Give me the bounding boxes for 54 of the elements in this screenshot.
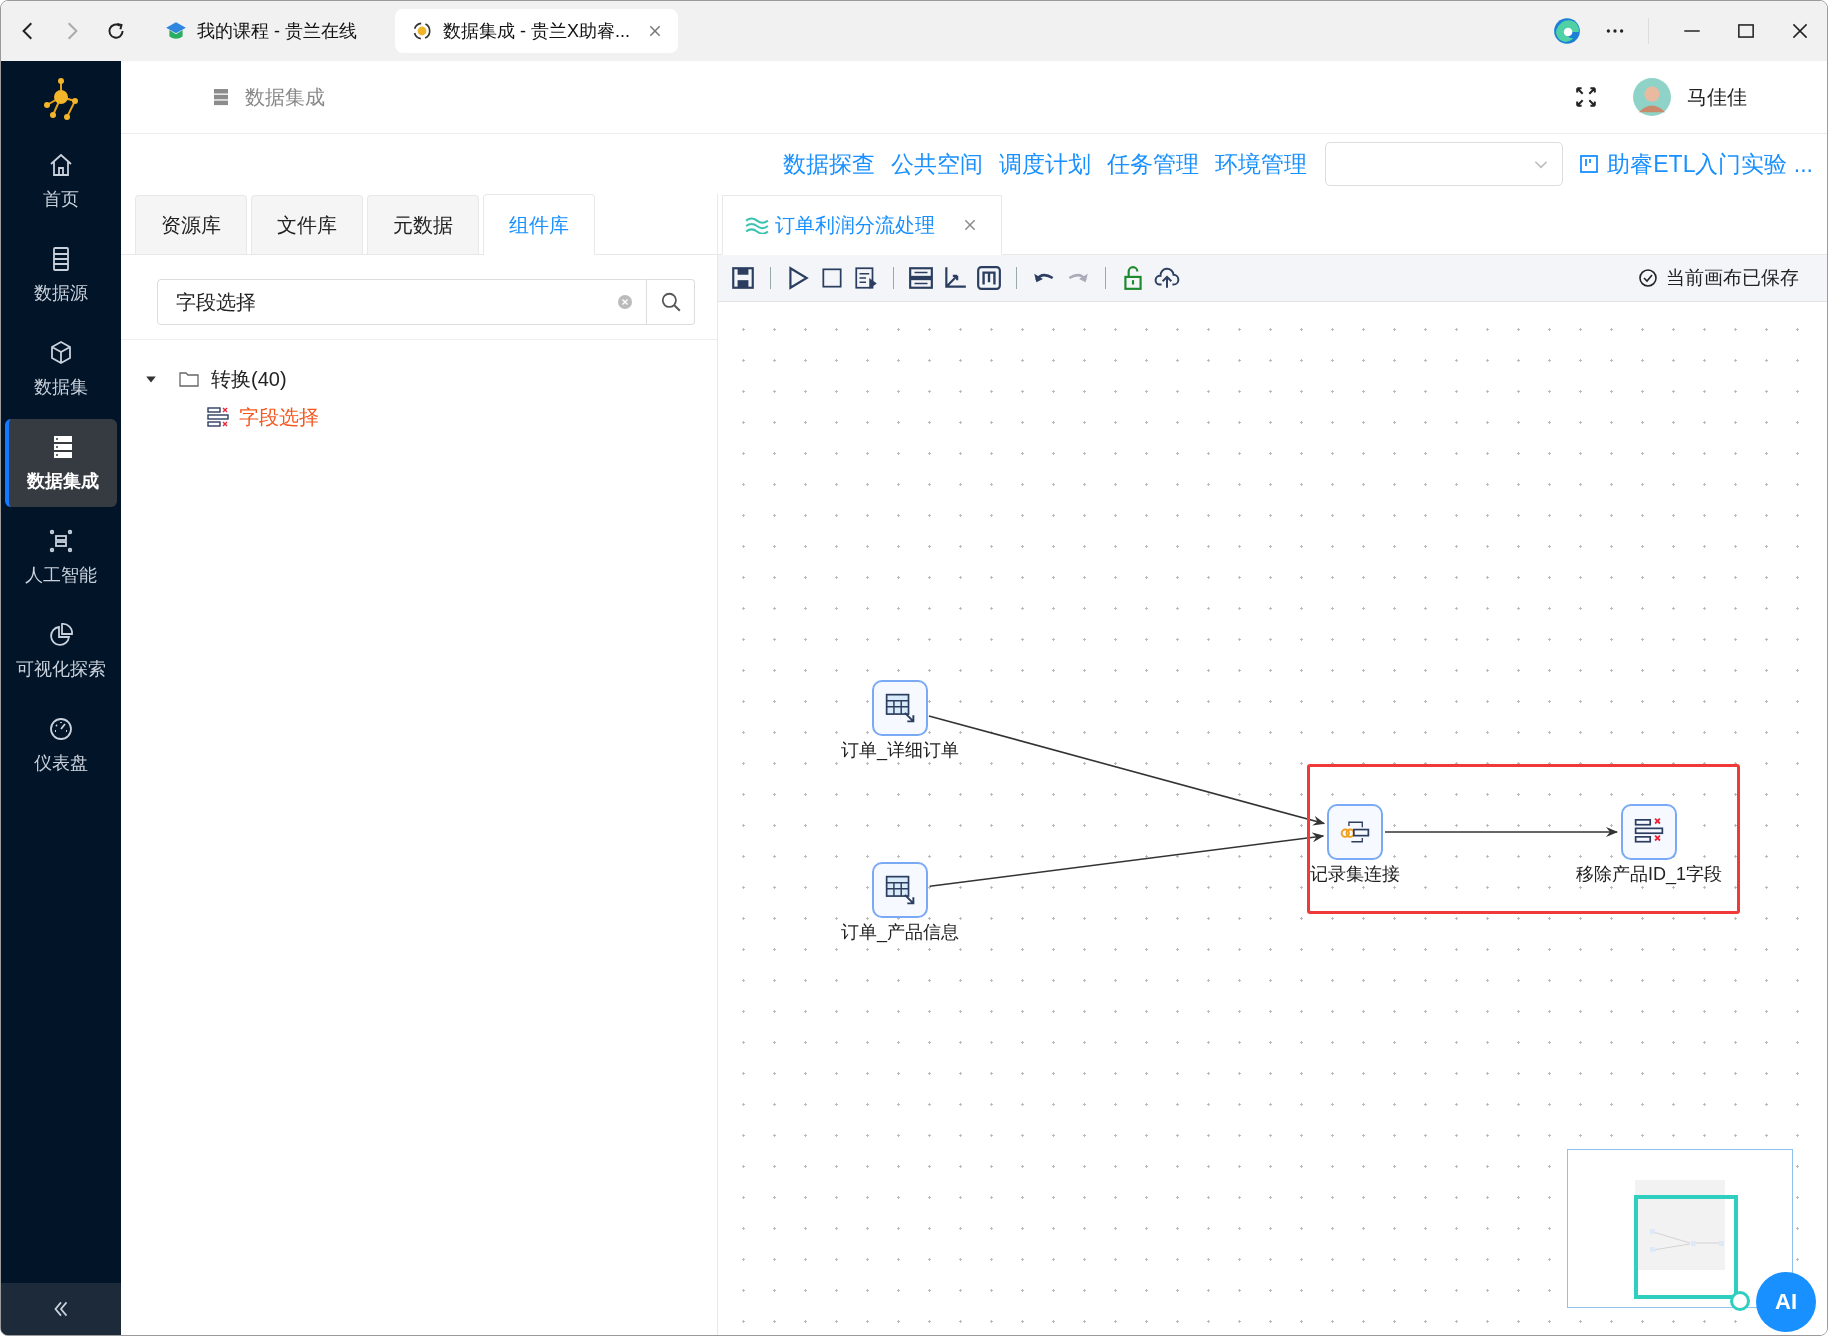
connector-arrow[interactable] bbox=[1384, 827, 1618, 837]
resize-handle[interactable] bbox=[1730, 1291, 1750, 1311]
tab-title: 我的课程 - 贵兰在线 bbox=[197, 20, 357, 43]
avatar[interactable] bbox=[1633, 78, 1671, 116]
check-circle-icon bbox=[1638, 268, 1658, 288]
preview-icon[interactable] bbox=[853, 265, 879, 291]
search-field[interactable]: 字段选择 bbox=[157, 279, 647, 325]
table-node[interactable] bbox=[872, 862, 928, 918]
upload-icon[interactable] bbox=[1154, 265, 1180, 291]
save-icon[interactable] bbox=[730, 265, 756, 291]
sidebar-item[interactable]: 数据集 bbox=[5, 325, 117, 413]
table-node[interactable] bbox=[872, 680, 928, 736]
node-label: 订单_详细订单 bbox=[841, 739, 959, 762]
node-label: 记录集连接 bbox=[1310, 863, 1400, 886]
stop-icon[interactable] bbox=[819, 265, 845, 291]
node-label: 订单_产品信息 bbox=[841, 921, 959, 944]
field-remove-node[interactable] bbox=[1621, 804, 1677, 860]
fullscreen-icon[interactable] bbox=[1575, 86, 1597, 108]
layout-icon[interactable] bbox=[908, 265, 934, 291]
tree-folder[interactable]: 转换(40) bbox=[211, 365, 287, 393]
server-icon bbox=[211, 87, 231, 107]
browser-tab[interactable]: 我的课程 - 贵兰在线 bbox=[149, 9, 373, 53]
sidebar-item[interactable]: 首页 bbox=[5, 137, 117, 225]
sidebar-item[interactable]: 数据集成 bbox=[5, 419, 117, 507]
save-status: 当前画布已保存 bbox=[1666, 266, 1799, 290]
library-tab[interactable]: 资源库 bbox=[135, 195, 247, 254]
wave-icon bbox=[745, 216, 769, 234]
node-label: 移除产品ID_1字段 bbox=[1576, 863, 1722, 886]
join-node[interactable] bbox=[1327, 804, 1383, 860]
sidebar-item[interactable]: 仪表盘 bbox=[5, 701, 117, 789]
axis-icon[interactable] bbox=[942, 265, 968, 291]
graduation-cap-icon bbox=[165, 20, 187, 42]
board-icon bbox=[1579, 154, 1600, 174]
table-icon bbox=[883, 691, 917, 725]
search-icon bbox=[659, 291, 682, 313]
gauge-icon bbox=[47, 715, 75, 743]
search-button[interactable] bbox=[647, 279, 695, 325]
library-tab[interactable]: 文件库 bbox=[251, 195, 363, 254]
user-name[interactable]: 马佳佳 bbox=[1687, 83, 1747, 111]
logo-icon bbox=[411, 20, 433, 42]
tab-title: 数据集成 - 贵兰X助睿... bbox=[443, 20, 630, 43]
browser-logo-icon[interactable] bbox=[1552, 16, 1582, 46]
folder-icon bbox=[179, 371, 199, 387]
sidebar-item[interactable]: 人工智能 bbox=[5, 513, 117, 601]
page-title: 数据集成 bbox=[245, 84, 325, 110]
sidebar-item[interactable]: 可视化探索 bbox=[5, 607, 117, 695]
sidebar-item[interactable]: 数据源 bbox=[5, 231, 117, 319]
field-remove-icon bbox=[207, 406, 231, 428]
m-icon[interactable] bbox=[976, 265, 1002, 291]
pie-chart-icon bbox=[47, 621, 75, 649]
table-icon bbox=[883, 873, 917, 907]
library-tab[interactable]: 元数据 bbox=[367, 195, 479, 254]
browser-tab[interactable]: 数据集成 - 贵兰X助睿... bbox=[395, 9, 678, 53]
scan-icon bbox=[47, 527, 75, 555]
